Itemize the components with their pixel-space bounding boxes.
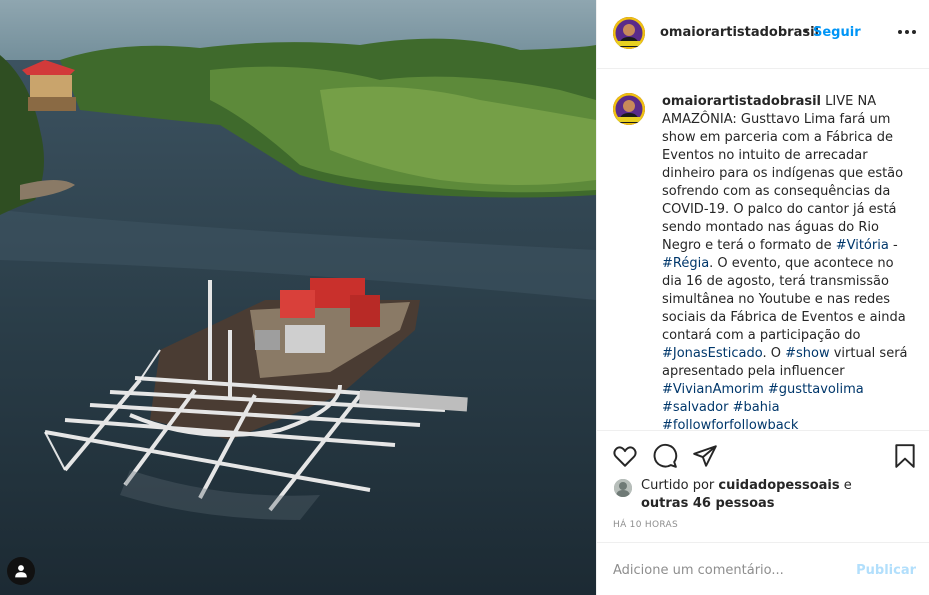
more-options-icon[interactable]	[898, 23, 916, 41]
profile-avatar-image	[613, 17, 645, 49]
aerial-river-stage-image	[0, 0, 596, 595]
hashtag-link[interactable]: #gusttavolima	[768, 382, 864, 397]
heart-icon[interactable]	[612, 443, 638, 469]
caption-text: LIVE NA AMAZÔNIA: Gusttavo Lima fará um …	[662, 94, 904, 253]
bookmark-icon[interactable]	[892, 443, 918, 469]
comment-icon[interactable]	[652, 443, 678, 469]
post-header: omaiorartistadobrasil • Seguir	[597, 0, 929, 69]
header-username[interactable]: omaiorartistadobrasil	[660, 25, 819, 40]
hashtag-link[interactable]: #VivianAmorim	[662, 382, 764, 397]
hashtag-link[interactable]: #Régia	[662, 256, 709, 271]
likes-conj: e	[839, 478, 852, 493]
post-photo[interactable]	[0, 0, 596, 595]
likes-line: Curtido por cuidadopessoais e	[641, 477, 852, 495]
hashtag-link[interactable]: #bahia	[733, 400, 780, 415]
hashtag-link[interactable]: #JonasEsticado	[662, 346, 762, 361]
hashtag-link[interactable]: #Vitória	[836, 238, 889, 253]
profile-avatar-image	[613, 93, 645, 125]
post-actions: Curtido por cuidadopessoais e outras 46 …	[597, 430, 929, 540]
likes-prefix: Curtido por	[641, 478, 719, 493]
hashtag-link[interactable]: #followforfollowback	[662, 418, 798, 430]
likes-others[interactable]: outras 46 pessoas	[641, 495, 775, 513]
avatar[interactable]	[613, 17, 645, 49]
liker-avatar[interactable]	[614, 479, 632, 497]
post-caption: omaiorartistadobrasil LIVE NA AMAZÔNIA: …	[662, 93, 917, 430]
caption-text: -	[888, 238, 898, 253]
dot	[898, 30, 902, 34]
separator-dot: •	[802, 25, 810, 40]
follow-button[interactable]: Seguir	[813, 25, 861, 40]
caption-username[interactable]: omaiorartistadobrasil	[662, 94, 821, 109]
user-icon	[15, 565, 27, 578]
tagged-users-button[interactable]	[7, 557, 35, 585]
hashtag-link[interactable]: #show	[785, 346, 830, 361]
post-sidebar: omaiorartistadobrasil • Seguir omaiorart…	[596, 0, 929, 595]
dot	[912, 30, 916, 34]
caption-avatar[interactable]	[613, 93, 645, 125]
comment-input[interactable]	[613, 559, 843, 581]
comment-box: Publicar	[597, 542, 929, 595]
caption-text: . O	[762, 346, 786, 361]
liker-username[interactable]: cuidadopessoais	[718, 478, 839, 493]
share-icon[interactable]	[692, 443, 718, 469]
publish-button[interactable]: Publicar	[856, 563, 916, 578]
hashtag-link[interactable]: #salvador	[662, 400, 728, 415]
dot	[905, 30, 909, 34]
comments-scroll-area[interactable]: omaiorartistadobrasil LIVE NA AMAZÔNIA: …	[597, 70, 929, 430]
post-timestamp[interactable]: HÁ 10 HORAS	[613, 520, 678, 530]
